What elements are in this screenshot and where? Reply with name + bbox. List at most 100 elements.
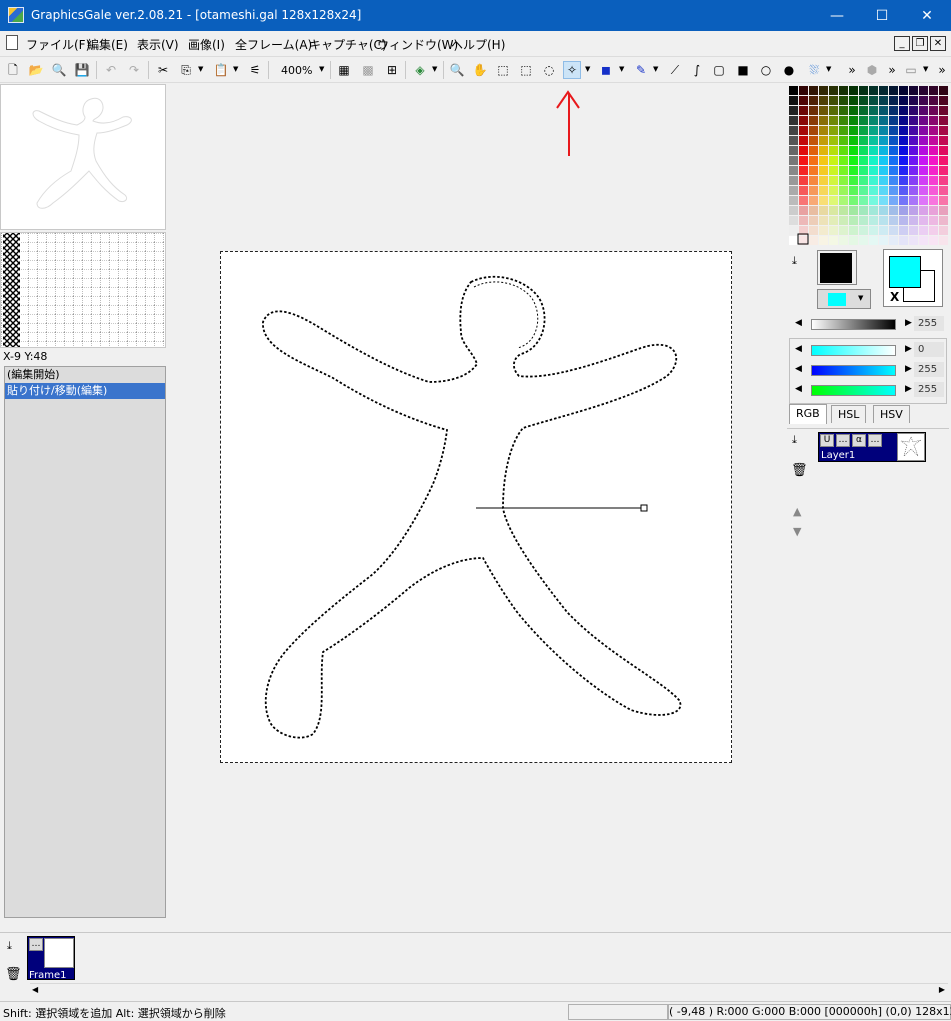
palette-swatch[interactable]	[789, 176, 798, 185]
palette-swatch[interactable]	[809, 116, 818, 125]
palette-swatch[interactable]	[939, 206, 948, 215]
palette-swatch[interactable]	[879, 96, 888, 105]
palette-swatch[interactable]	[879, 206, 888, 215]
palette-swatch[interactable]	[869, 196, 878, 205]
palette-swatch[interactable]	[869, 206, 878, 215]
palette-swatch[interactable]	[939, 106, 948, 115]
palette-swatch[interactable]	[929, 136, 938, 145]
palette-swatch[interactable]	[829, 176, 838, 185]
palette-swatch[interactable]	[919, 96, 928, 105]
palette-swatch[interactable]	[789, 126, 798, 135]
palette-swatch[interactable]	[819, 96, 828, 105]
rect-select-icon[interactable]: ⬚	[494, 61, 512, 79]
palette-swatch[interactable]	[879, 196, 888, 205]
menu-window[interactable]: ウィンドウ(W)	[377, 36, 458, 53]
palette-swatch[interactable]	[809, 236, 818, 245]
move-down-icon[interactable]: ▼	[793, 525, 801, 538]
filled-rect-icon[interactable]: ■	[734, 61, 752, 79]
frame-icon[interactable]: ◈	[411, 61, 429, 79]
palette-swatch[interactable]	[799, 146, 808, 155]
palette-swatch[interactable]	[809, 136, 818, 145]
palette-swatch[interactable]	[939, 156, 948, 165]
palette-swatch[interactable]	[929, 86, 938, 95]
palette-swatch[interactable]	[839, 116, 848, 125]
palette-swatch[interactable]	[859, 156, 868, 165]
palette-swatch[interactable]	[809, 186, 818, 195]
red-slider-track[interactable]	[811, 345, 896, 356]
palette-swatch[interactable]	[829, 96, 838, 105]
arrow-right-icon[interactable]: ▶	[905, 318, 912, 328]
sprite-dropdown-icon[interactable]: ▼	[923, 65, 928, 73]
palette-swatch[interactable]	[849, 166, 858, 175]
palette-swatch[interactable]	[859, 186, 868, 195]
palette-swatch[interactable]	[909, 126, 918, 135]
palette-swatch[interactable]	[889, 136, 898, 145]
palette-swatch[interactable]	[919, 136, 928, 145]
palette-swatch[interactable]	[809, 226, 818, 235]
move-up-icon[interactable]: ▲	[793, 505, 801, 518]
palette-swatch[interactable]	[839, 126, 848, 135]
palette-swatch[interactable]	[909, 206, 918, 215]
palette-swatch[interactable]	[929, 116, 938, 125]
import-icon[interactable]: ⤓	[792, 254, 797, 268]
fill-color-icon[interactable]: ◼	[597, 61, 615, 79]
palette-swatch[interactable]	[799, 126, 808, 135]
blue-value[interactable]: 255	[914, 382, 944, 397]
palette-swatch[interactable]	[919, 86, 928, 95]
palette-swatch[interactable]	[799, 196, 808, 205]
paste-icon[interactable]: 📋	[212, 61, 230, 79]
more-tools-icon[interactable]: »	[843, 61, 861, 79]
palette-swatch[interactable]	[869, 156, 878, 165]
palette-swatch[interactable]	[829, 156, 838, 165]
mdi-close-button[interactable]: ✕	[930, 36, 946, 51]
copy-dropdown-icon[interactable]: ▼	[198, 65, 203, 73]
palette-swatch[interactable]	[819, 106, 828, 115]
layer-alpha-button[interactable]: α	[852, 434, 866, 447]
hand-tool-icon[interactable]: ✋	[471, 61, 489, 79]
palette-swatch[interactable]	[929, 156, 938, 165]
new-file-icon[interactable]: 🗋	[4, 61, 22, 79]
image-preview[interactable]	[0, 84, 166, 230]
palette-swatch[interactable]	[869, 106, 878, 115]
palette-swatch[interactable]	[919, 196, 928, 205]
palette-swatch[interactable]	[789, 96, 798, 105]
palette-swatch[interactable]	[889, 106, 898, 115]
palette-swatch[interactable]	[939, 236, 948, 245]
shape-icon[interactable]: ⬢	[863, 61, 881, 79]
palette-swatch[interactable]	[849, 96, 858, 105]
drawing-canvas[interactable]	[220, 251, 732, 763]
palette-swatch[interactable]	[879, 236, 888, 245]
palette-swatch[interactable]	[819, 186, 828, 195]
palette-swatch[interactable]	[809, 146, 818, 155]
palette-swatch[interactable]	[869, 236, 878, 245]
palette-swatch[interactable]	[849, 86, 858, 95]
palette-swatch[interactable]	[879, 216, 888, 225]
palette-swatch[interactable]	[869, 226, 878, 235]
layer-item[interactable]: U … α … Layer1	[818, 432, 926, 462]
palette-swatch[interactable]	[889, 126, 898, 135]
palette-swatch[interactable]	[929, 206, 938, 215]
zoom-tool-icon[interactable]: 🔍	[448, 61, 466, 79]
palette-swatch[interactable]	[839, 236, 848, 245]
palette-swatch[interactable]	[799, 136, 808, 145]
zoom-select[interactable]: 400% ▼	[273, 61, 329, 79]
palette-swatch[interactable]	[939, 86, 948, 95]
scroll-right-icon[interactable]: ▶	[939, 985, 945, 994]
palette-swatch[interactable]	[929, 196, 938, 205]
palette-swatch[interactable]	[789, 136, 798, 145]
palette-swatch[interactable]	[789, 106, 798, 115]
palette-swatch[interactable]	[799, 116, 808, 125]
frames-scrollbar[interactable]: ◀ ▶	[30, 983, 948, 997]
palette-swatch[interactable]	[929, 166, 938, 175]
layer-visible-button[interactable]: U	[820, 434, 834, 447]
palette-swatch[interactable]	[929, 176, 938, 185]
palette-swatch[interactable]	[899, 196, 908, 205]
copy-icon[interactable]: ⎘	[177, 61, 195, 79]
palette-swatch[interactable]	[929, 186, 938, 195]
palette-swatch[interactable]	[839, 226, 848, 235]
palette-swatch[interactable]	[799, 186, 808, 195]
palette-swatch[interactable]	[819, 236, 828, 245]
palette-swatch[interactable]	[939, 226, 948, 235]
fg-bg-preview[interactable]: X	[883, 249, 943, 307]
maximize-button[interactable]: ☐	[859, 0, 905, 31]
